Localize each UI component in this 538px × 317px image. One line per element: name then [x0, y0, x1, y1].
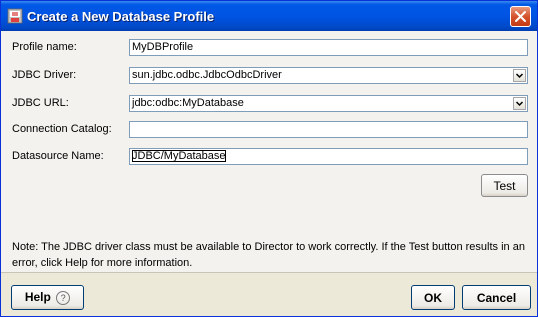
- jdbc-driver-label: JDBC Driver:: [12, 69, 77, 81]
- datasource-name-label: Datasource Name:: [12, 150, 104, 162]
- title-bar[interactable]: Create a New Database Profile: [1, 1, 537, 31]
- chevron-down-icon[interactable]: [513, 69, 526, 82]
- close-button[interactable]: [510, 6, 531, 27]
- datasource-name-value: JDBC/MyDatabase: [132, 150, 226, 162]
- database-profile-icon: [7, 8, 23, 24]
- cancel-button[interactable]: Cancel: [462, 285, 531, 310]
- dialog-footer: Help ? OK Cancel: [1, 272, 537, 316]
- help-label: Help: [24, 290, 51, 305]
- close-icon: [515, 11, 526, 22]
- connection-catalog-input[interactable]: [129, 121, 528, 138]
- connection-catalog-label: Connection Catalog:: [12, 123, 112, 135]
- datasource-name-input[interactable]: JDBC/MyDatabase: [129, 148, 528, 165]
- ok-button[interactable]: OK: [411, 285, 455, 310]
- profile-name-input[interactable]: MyDBProfile: [129, 39, 528, 56]
- jdbc-url-select[interactable]: jdbc:odbc:MyDatabase: [129, 95, 528, 112]
- window-title: Create a New Database Profile: [27, 9, 215, 24]
- dialog-window: Create a New Database Profile Profile na…: [0, 0, 538, 317]
- jdbc-driver-value: sun.jdbc.odbc.JdbcOdbcDriver: [132, 69, 282, 81]
- profile-name-label: Profile name:: [12, 41, 77, 53]
- jdbc-url-label: JDBC URL:: [12, 97, 69, 109]
- test-button[interactable]: Test: [481, 174, 528, 197]
- question-circle-icon: ?: [56, 290, 71, 305]
- jdbc-url-value: jdbc:odbc:MyDatabase: [132, 97, 244, 109]
- chevron-down-icon[interactable]: [513, 97, 526, 110]
- dialog-body: Profile name: MyDBProfile JDBC Driver: s…: [1, 31, 537, 272]
- note-text: Note: The JDBC driver class must be avai…: [12, 241, 525, 269]
- help-button[interactable]: Help ?: [11, 285, 84, 310]
- jdbc-driver-select[interactable]: sun.jdbc.odbc.JdbcOdbcDriver: [129, 67, 528, 84]
